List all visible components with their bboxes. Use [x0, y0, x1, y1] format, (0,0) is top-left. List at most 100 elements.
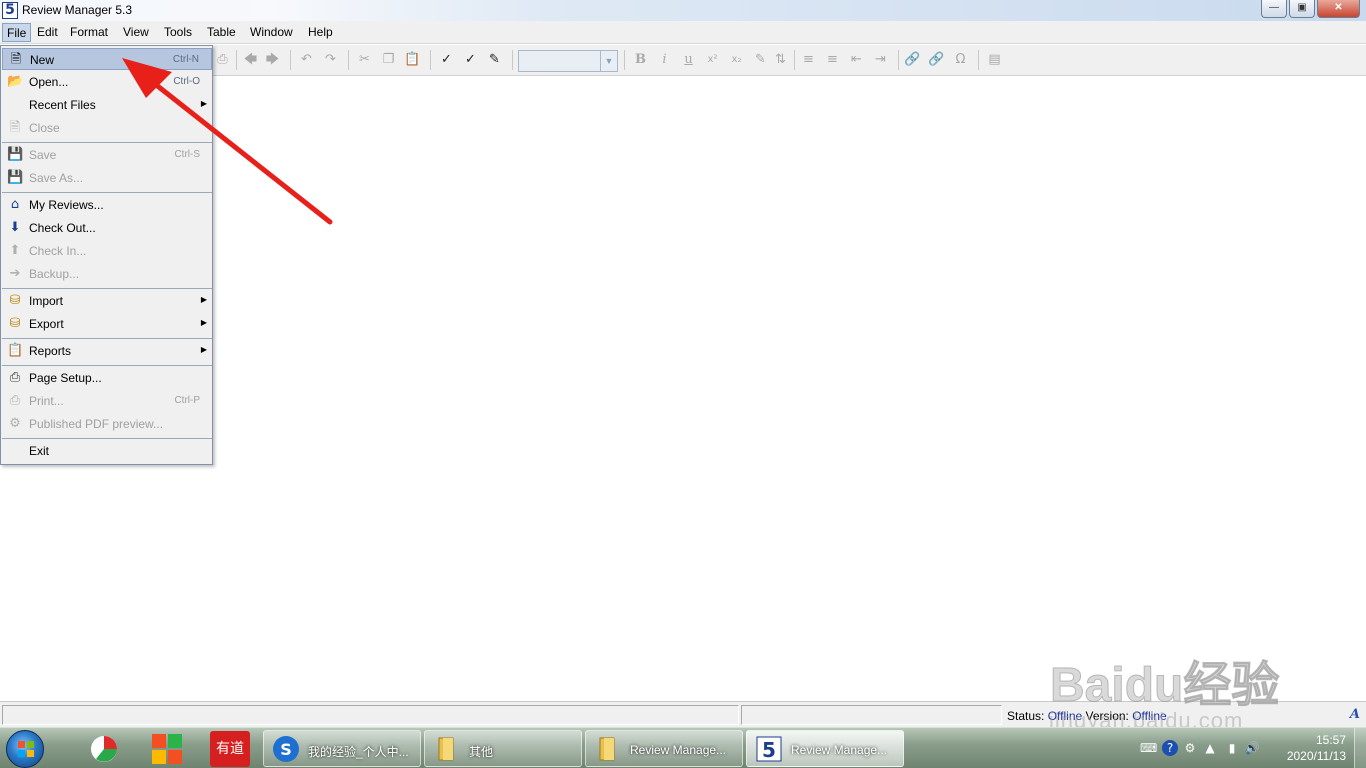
menu-separator — [2, 438, 212, 439]
decrease-indent-icon[interactable]: ⇤ — [846, 49, 867, 70]
window-layout-icon[interactable]: ▤ — [984, 49, 1005, 70]
menu-item-check-in[interactable]: ⬆ Check In... — [2, 240, 212, 262]
subscript-icon[interactable]: x₂ — [726, 49, 747, 70]
taskbar-button-label: 其他 — [469, 745, 494, 759]
toolbar-separator — [624, 50, 625, 70]
settings-tray-icon[interactable]: ⚙ — [1182, 740, 1198, 756]
menu-item-label: Recent Files — [29, 98, 96, 112]
chevron-down-icon[interactable]: ▼ — [600, 51, 617, 71]
underline-icon[interactable]: u — [678, 49, 699, 70]
menu-item-exit[interactable]: Exit — [2, 440, 212, 462]
show-hidden-icons-chevron-icon[interactable]: ▲ — [1202, 740, 1218, 756]
menu-item-label: Published PDF preview... — [29, 417, 164, 431]
menu-item-published-pdf-preview[interactable]: ⚙ Published PDF preview... — [2, 413, 212, 435]
page-setup-icon: ⎙ — [9, 370, 21, 385]
menu-separator — [2, 338, 212, 339]
clock-date[interactable]: 2020/11/13 — [1287, 749, 1346, 763]
pin-icon[interactable]: ⇅ — [770, 49, 791, 70]
cut-icon[interactable]: ✂ — [354, 49, 375, 70]
notes-icon[interactable]: ✎ — [484, 49, 505, 70]
menu-item-label: Reports — [29, 344, 72, 358]
minimize-button[interactable]: — — [1261, 0, 1287, 18]
menu-item-export[interactable]: ⛁ Export ▶ — [2, 313, 212, 335]
taskbar-button-browser[interactable]: S 我的经验_个人中... — [263, 730, 421, 767]
youdao-icon[interactable]: 有道 — [210, 731, 250, 767]
italic-icon[interactable]: i — [654, 49, 675, 70]
folder-icon — [599, 737, 615, 761]
menu-shortcut: Ctrl-P — [174, 395, 200, 406]
menu-item-label: Exit — [29, 444, 50, 458]
tiles-app-icon[interactable] — [147, 731, 187, 767]
taskbar-button-folder-other[interactable]: 其他 — [424, 730, 582, 767]
import-icon: ⛁ — [9, 293, 21, 308]
show-desktop-button[interactable] — [1354, 728, 1366, 768]
toolbar-separator — [512, 50, 513, 70]
close-document-icon: 🗎 — [9, 120, 21, 135]
menu-help[interactable]: Help — [304, 23, 337, 42]
submenu-arrow-icon: ▶ — [200, 318, 207, 327]
taskbar-button-folder-revman[interactable]: Review Manage... — [585, 730, 743, 767]
menu-item-page-setup[interactable]: ⎙ Page Setup... — [2, 367, 212, 389]
menu-item-label: My Reviews... — [29, 198, 104, 212]
help-icon[interactable]: ? — [1162, 740, 1178, 756]
menu-edit[interactable]: Edit — [33, 23, 62, 42]
toolbar-separator — [898, 50, 899, 70]
menu-separator — [2, 288, 212, 289]
menu-item-label: Save As... — [29, 171, 84, 185]
status-value: Offline — [1047, 709, 1083, 723]
menu-item-import[interactable]: ⛁ Import ▶ — [2, 290, 212, 312]
highlight-icon[interactable]: ✎ — [750, 49, 771, 70]
paragraph-style-select[interactable]: ▼ — [518, 50, 618, 72]
menu-window[interactable]: Window — [246, 23, 297, 42]
menu-file[interactable]: File — [2, 23, 32, 42]
start-button[interactable] — [6, 730, 44, 768]
close-button[interactable]: ✕ — [1317, 0, 1360, 18]
taskbar-button-label: 我的经验_个人中... — [308, 745, 409, 759]
spell-check-as-you-type-icon[interactable]: ✓ — [460, 49, 481, 70]
toolbar-separator — [430, 50, 431, 70]
bullet-list-icon[interactable]: ≡ — [798, 49, 819, 70]
volume-icon[interactable]: 🔊 — [1244, 740, 1260, 756]
menu-item-reports[interactable]: 📋 Reports ▶ — [2, 340, 212, 362]
menu-item-label: Print... — [29, 394, 64, 408]
pdf-preview-icon: ⚙ — [9, 416, 21, 431]
keyboard-icon[interactable]: ⌨ — [1140, 740, 1157, 756]
taskbar: 有道 S 我的经验_个人中... 其他 Review Manage... 5 R… — [0, 727, 1366, 768]
clock-time[interactable]: 15:57 — [1316, 733, 1346, 747]
sogou-browser-icon: S — [273, 736, 299, 762]
menu-item-print[interactable]: ⎙ Print... Ctrl-P — [2, 390, 212, 412]
menu-table[interactable]: Table — [203, 23, 240, 42]
maximize-button[interactable]: ▣ — [1289, 0, 1315, 18]
superscript-icon[interactable]: x² — [702, 49, 723, 70]
menu-item-label: Open... — [29, 75, 69, 89]
status-corner-icon: A — [1349, 707, 1360, 722]
menu-item-label: Save — [29, 148, 57, 162]
menu-bar: File Edit Format View Tools Table Window… — [0, 21, 1366, 44]
new-document-icon: 🗎 — [10, 52, 22, 67]
taskbar-button-revman[interactable]: 5 Review Manage... — [746, 730, 904, 767]
menu-item-label: Check In... — [29, 244, 87, 258]
copy-icon[interactable]: ❐ — [378, 49, 399, 70]
window-title: Review Manager 5.3 — [22, 3, 133, 17]
check-in-icon: ⬆ — [9, 243, 21, 258]
save-as-icon: 💾 — [7, 170, 24, 185]
network-icon[interactable]: ▮ — [1224, 740, 1240, 756]
menu-item-backup[interactable]: ➔ Backup... — [2, 263, 212, 285]
increase-indent-icon[interactable]: ⇥ — [870, 49, 891, 70]
taskbar-button-label: Review Manage... — [791, 743, 888, 757]
version-label: Version: — [1085, 709, 1129, 723]
export-icon: ⛁ — [9, 316, 21, 331]
unlink-icon[interactable]: 🔗 — [926, 49, 947, 70]
menu-view[interactable]: View — [119, 23, 153, 42]
bold-icon[interactable]: B — [630, 49, 651, 70]
menu-format[interactable]: Format — [66, 23, 112, 42]
spell-check-icon[interactable]: ✓ — [436, 49, 457, 70]
print-icon: ⎙ — [9, 393, 21, 408]
menu-tools[interactable]: Tools — [160, 23, 196, 42]
special-character-icon[interactable]: Ω — [950, 49, 971, 70]
toolbar-separator — [794, 50, 795, 70]
numbered-list-icon[interactable]: ≡ — [822, 49, 843, 70]
pie-chart-app-icon[interactable] — [84, 731, 124, 767]
link-icon[interactable]: 🔗 — [902, 49, 923, 70]
paste-icon[interactable]: 📋 — [402, 49, 423, 70]
